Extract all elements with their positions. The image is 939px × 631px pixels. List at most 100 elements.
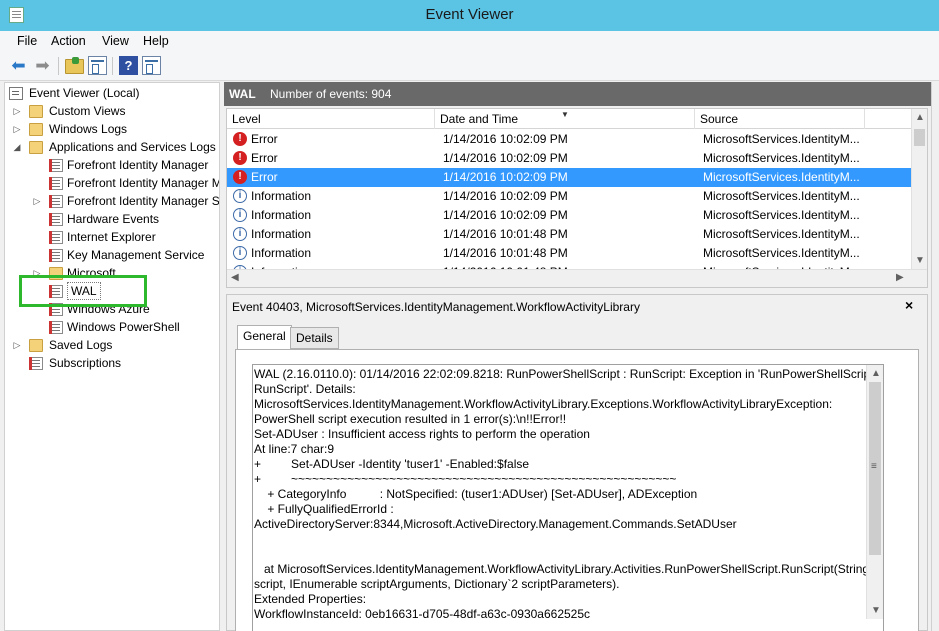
scroll-thumb[interactable]	[914, 129, 925, 146]
log-icon	[49, 231, 63, 244]
scroll-down-icon[interactable]: ▼	[915, 255, 925, 266]
message-line: At line:7 char:9	[254, 442, 335, 456]
expand-arrow-icon[interactable]: ▷	[12, 120, 22, 138]
message-line: WAL (2.16.0110.0): 01/14/2016 22:02:09.8…	[254, 367, 881, 381]
tree-item-label: Applications and Services Logs	[49, 140, 216, 154]
pane-scrollbar[interactable]	[931, 82, 939, 631]
information-icon: i	[233, 189, 247, 203]
expand-arrow-icon[interactable]: ▷	[12, 102, 22, 120]
open-folder-icon[interactable]	[65, 57, 84, 74]
log-icon	[49, 213, 63, 226]
tab-details[interactable]: Details	[290, 327, 339, 349]
toolbar: ⬅ ➡ ?	[0, 51, 939, 81]
cell-date-time: 1/14/2016 10:02:09 PM	[443, 170, 568, 184]
back-arrow-icon[interactable]: ⬅	[9, 56, 28, 75]
cell-date-time: 1/14/2016 10:02:09 PM	[443, 151, 568, 165]
message-line	[254, 532, 867, 547]
message-line: WorkflowInstanceId: 0eb16631-d705-48df-a…	[254, 607, 591, 621]
menu-file[interactable]: File	[17, 34, 37, 48]
grid-header: Level Date and Time ▼ Source	[227, 109, 911, 129]
message-line: ActiveDirectoryServer:8344,Microsoft.Act…	[254, 517, 737, 531]
message-line: at MicrosoftServices.IdentityManagement.…	[254, 562, 870, 576]
console-tree-icon[interactable]	[88, 56, 107, 75]
collapse-arrow-icon[interactable]: ◢	[12, 138, 22, 156]
cell-level: Information	[251, 189, 312, 203]
folder-icon	[29, 123, 43, 136]
cell-date-time: 1/14/2016 10:02:09 PM	[443, 132, 568, 146]
help-icon[interactable]: ?	[119, 56, 138, 75]
cell-level: Information	[251, 227, 312, 241]
tree-item-label: Forefront Identity Manager M	[67, 176, 220, 190]
menu-help[interactable]: Help	[143, 34, 169, 48]
message-line: RunScript'. Details:	[254, 382, 356, 396]
message-line: + Set-ADUser -Identity 'tuser1' -Enabled…	[254, 457, 530, 471]
cell-source: MicrosoftServices.IdentityM...	[703, 208, 860, 222]
message-line: + FullyQualifiedErrorId :	[254, 502, 394, 516]
cell-source: MicrosoftServices.IdentityM...	[703, 151, 860, 165]
message-line: + CategoryInfo : NotSpecified: (tuser1:A…	[254, 487, 698, 501]
folder-icon	[29, 339, 43, 352]
table-row[interactable]: ! Error 1/14/2016 10:02:09 PM MicrosoftServ…	[227, 149, 911, 168]
expand-arrow-icon[interactable]: ▷	[32, 192, 42, 210]
cell-level: Information	[251, 246, 312, 260]
table-row[interactable]: i Information 1/14/2016 10:01:48 PM Microso…	[227, 225, 911, 244]
tab-general[interactable]: General	[237, 325, 292, 350]
event-message-box[interactable]: WAL (2.16.0110.0): 01/14/2016 22:02:09.8…	[252, 364, 884, 631]
table-row[interactable]: ! Error 1/14/2016 10:02:09 PM MicrosoftServ…	[227, 130, 911, 149]
forward-arrow-icon[interactable]: ➡	[33, 56, 52, 75]
subscriptions-icon	[29, 357, 43, 370]
tree-item-label: Windows Logs	[49, 122, 128, 136]
message-line: MicrosoftServices.IdentityManagement.Wor…	[254, 397, 833, 411]
event-detail-pane: Event 40403, MicrosoftServices.IdentityM…	[226, 294, 928, 631]
tree-item-label: Internet Explorer	[67, 230, 156, 244]
action-pane-icon[interactable]	[142, 56, 161, 75]
scroll-grip-icon: ≡	[871, 461, 877, 472]
event-detail-title: Event 40403, MicrosoftServices.IdentityM…	[232, 300, 640, 314]
cell-source: MicrosoftServices.IdentityM...	[703, 189, 860, 203]
cell-level: Error	[251, 151, 278, 165]
log-header: WAL Number of events: 904	[224, 82, 931, 106]
close-icon[interactable]: ×	[905, 297, 913, 313]
toolbar-separator	[112, 57, 113, 75]
message-vertical-scrollbar[interactable]: ▲ ≡ ▼	[866, 365, 883, 619]
cell-source: MicrosoftServices.IdentityM...	[703, 227, 860, 241]
expand-arrow-icon[interactable]: ▷	[12, 336, 22, 354]
tree-item-label: Windows PowerShell	[67, 320, 180, 334]
tree-item-label: Key Management Service	[67, 248, 205, 262]
information-icon: i	[233, 246, 247, 260]
error-icon: !	[233, 151, 247, 165]
column-header-source[interactable]: Source	[695, 109, 865, 129]
grid-vertical-scrollbar[interactable]: ▲ ▼	[911, 109, 927, 269]
log-icon	[49, 177, 63, 190]
table-row[interactable]: i Information 1/14/2016 10:02:09 PM Microso…	[227, 187, 911, 206]
scroll-down-icon[interactable]: ▼	[871, 605, 881, 616]
log-icon	[49, 321, 63, 334]
tree-item-label: Forefront Identity Manager	[67, 158, 209, 172]
cell-date-time: 1/14/2016 10:01:48 PM	[443, 246, 568, 260]
scroll-up-icon[interactable]: ▲	[915, 112, 925, 123]
cell-source: MicrosoftServices.IdentityM...	[703, 246, 860, 260]
menu-action[interactable]: Action	[51, 34, 86, 48]
table-row[interactable]: i Information 1/14/2016 10:01:48 PM Microso…	[227, 244, 911, 263]
column-header-level[interactable]: Level	[227, 109, 435, 129]
scroll-left-icon[interactable]: ◀	[231, 272, 239, 283]
tree-item-label: Subscriptions	[49, 356, 122, 370]
general-tab-panel: WAL (2.16.0110.0): 01/14/2016 22:02:09.8…	[235, 349, 919, 631]
log-view-pane: WAL Number of events: 904 Level Date and…	[224, 82, 931, 631]
event-message-text: WAL (2.16.0110.0): 01/14/2016 22:02:09.8…	[254, 367, 881, 622]
message-line: script, IEnumerable scriptArguments, Dic…	[254, 577, 620, 591]
cell-source: MicrosoftServices.IdentityM...	[703, 132, 860, 146]
highlight-annotation-box	[19, 275, 147, 307]
scroll-up-icon[interactable]: ▲	[871, 368, 881, 379]
scroll-right-icon[interactable]: ▶	[896, 272, 904, 283]
grid-horizontal-scrollbar[interactable]: ◀ ▶	[227, 269, 927, 287]
table-row[interactable]: ! Error 1/14/2016 10:02:09 PM MicrosoftServ…	[227, 168, 911, 187]
column-header-extra[interactable]	[865, 109, 911, 129]
sort-descending-icon: ▼	[561, 110, 569, 119]
title-bar: Event Viewer	[0, 0, 939, 31]
event-count: Number of events: 904	[270, 87, 392, 101]
computer-log-icon	[9, 87, 23, 100]
table-row[interactable]: i Information 1/14/2016 10:02:09 PM Microso…	[227, 206, 911, 225]
menu-view[interactable]: View	[102, 34, 129, 48]
menu-bar: File Action View Help	[0, 31, 939, 51]
